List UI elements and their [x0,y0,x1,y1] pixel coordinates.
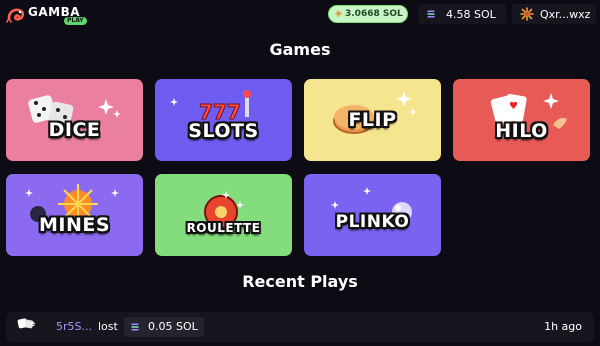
game-label: SLOTS [188,120,259,142]
game-label: HILO [495,120,548,142]
game-label: FLIP [348,109,397,131]
solana-icon [427,10,435,18]
pool-icon: ◈ [335,9,342,19]
solana-icon [131,323,139,331]
svg-text:♥: ♥ [509,101,518,112]
play-amount: 0.05 SOL [124,317,204,337]
play-amount-value: 0.05 SOL [148,320,198,333]
recent-play-row[interactable]: Dice 5r5S... lost 0.05 SOL 1h ago [6,312,594,342]
play-time: 1h ago [544,320,582,333]
games-title: Games [269,40,331,59]
game-label: PLINKO [335,212,410,232]
game-card-flip[interactable]: FLIP [304,79,441,161]
recent-game-name: Dice [18,320,36,328]
user-account-button[interactable]: Qxr...wxz [512,4,596,24]
game-label: DICE [48,119,101,141]
avatar [520,7,534,21]
game-card-hilo[interactable]: ♥ HILO [453,79,590,161]
game-card-slots[interactable]: 777 SLOTS [155,79,292,161]
roulette-art [155,174,292,256]
recent-plays-title: Recent Plays [242,272,358,291]
wallet-balance: 4.58 SOL [446,8,496,21]
logo-badge: PLAY [64,17,87,25]
user-address: Qxr...wxz [540,8,591,21]
pool-amount: 3.0668 SOL [345,9,403,19]
gamba-logo[interactable]: GAMBA PLAY [6,3,87,27]
player-address[interactable]: 5r5S... [56,320,92,333]
game-card-dice[interactable]: DICE [6,79,143,161]
game-label: MINES [38,214,111,236]
game-card-mines[interactable]: MINES [6,174,143,256]
top-bar: GAMBA PLAY ◈ 3.0668 SOL 4.58 SOL Qxr...w… [0,0,600,30]
game-label: ROULETTE [186,221,261,235]
game-card-roulette[interactable]: ROULETTE [155,174,292,256]
pool-balance-pill[interactable]: ◈ 3.0668 SOL [328,5,408,23]
play-result: lost [98,320,118,333]
wallet-balance-button[interactable]: 4.58 SOL [418,4,506,24]
shrimp-logo-icon [6,8,25,23]
game-card-plinko[interactable]: PLINKO [304,174,441,256]
